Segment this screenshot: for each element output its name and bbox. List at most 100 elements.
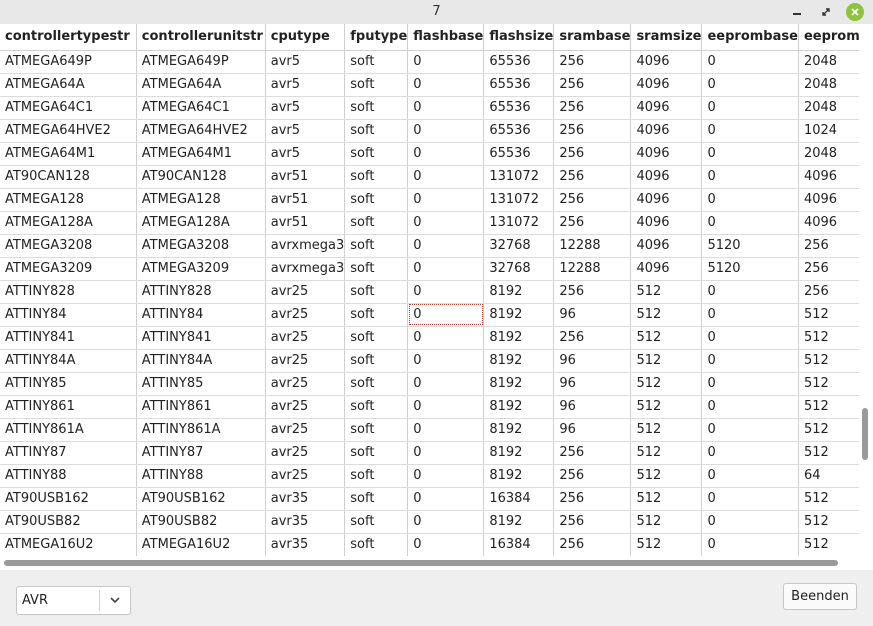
table-cell-controllertypestr[interactable]: ATTINY841 [0,326,137,350]
table-cell-controllertypestr[interactable]: ATMEGA64M1 [0,142,137,166]
table-cell-flashbase[interactable]: 0 [407,441,485,465]
table-cell-controllertypestr[interactable]: ATMEGA64C1 [0,96,137,120]
table-cell-eeprombase[interactable]: 0 [701,303,799,327]
table-cell-flashsize[interactable]: 8192 [483,510,555,534]
table-cell-fputype[interactable]: soft [344,50,409,74]
table-cell-eeprombase[interactable]: 0 [701,96,799,120]
table-cell-controllertypestr[interactable]: ATMEGA16U2 [0,533,137,557]
table-cell-eeprombase[interactable]: 0 [701,418,799,442]
table-cell-sramsize[interactable]: 512 [630,464,703,488]
table-cell-cputype[interactable]: avr25 [265,349,346,373]
table-cell-sramsize[interactable]: 512 [630,533,703,557]
table-cell-controllertypestr[interactable]: ATTINY84A [0,349,137,373]
table-row[interactable]: ATTINY87 ATTINY87 avr25 soft 0 8192 256 512 0 512 [0,441,873,465]
table-row[interactable]: ATMEGA128 ATMEGA128 avr51 soft 0 131072 256 409… [0,188,873,212]
table-cell-sramsize[interactable]: 4096 [630,188,703,212]
table-cell-flashbase[interactable]: 0 [407,510,485,534]
table-row[interactable]: ATTINY828 ATTINY828 avr25 soft 0 8192 256 512 0 2… [0,280,873,304]
column-header-eeprombase[interactable]: eeprombase [701,24,799,51]
table-cell-sramsize[interactable]: 512 [630,326,703,350]
table-cell-fputype[interactable]: soft [344,142,409,166]
table-cell-sramsize[interactable]: 4096 [630,73,703,97]
table-cell-controllerunitstr[interactable]: ATMEGA16U2 [136,533,266,557]
table-cell-srambase[interactable]: 256 [553,50,632,74]
table-cell-flashsize[interactable]: 8192 [483,349,555,373]
cpu-family-combobox[interactable]: AVR [16,586,131,615]
close-button[interactable]: Beenden [783,583,857,610]
table-cell-controllertypestr[interactable]: ATTINY84 [0,303,137,327]
table-cell-controllerunitstr[interactable]: ATMEGA64C1 [136,96,266,120]
table-cell-flashbase[interactable]: 0 [407,326,485,350]
table-cell-controllerunitstr[interactable]: ATTINY87 [136,441,266,465]
table-cell-cputype[interactable]: avr35 [265,533,346,557]
table-cell-sramsize[interactable]: 4096 [630,119,703,143]
table-cell-flashsize[interactable]: 32768 [483,234,555,258]
table-cell-flashsize[interactable]: 8192 [483,303,555,327]
table-cell-srambase[interactable]: 256 [553,96,632,120]
table-cell-cputype[interactable]: avr25 [265,326,346,350]
table-cell-flashsize[interactable]: 8192 [483,464,555,488]
table-cell-srambase[interactable]: 12288 [553,234,632,258]
table-cell-flashbase[interactable]: 0 [407,96,485,120]
table-cell-srambase[interactable]: 96 [553,349,632,373]
table-cell-controllerunitstr[interactable]: ATTINY84A [136,349,266,373]
table-row[interactable]: AT90USB82 AT90USB82 avr35 soft 0 8192 256 512 0 5… [0,510,873,534]
table-cell-controllerunitstr[interactable]: ATMEGA64HVE2 [136,119,266,143]
table-cell-cputype[interactable]: avr51 [265,188,346,212]
table-cell-eeprombase[interactable]: 0 [701,50,799,74]
table-cell-sramsize[interactable]: 4096 [630,234,703,258]
table-cell-fputype[interactable]: soft [344,326,409,350]
table-cell-cputype[interactable]: avrxmega3 [265,234,346,258]
table-cell-controllerunitstr[interactable]: ATTINY861A [136,418,266,442]
table-cell-fputype[interactable]: soft [344,441,409,465]
table-cell-sramsize[interactable]: 512 [630,349,703,373]
table-cell-controllertypestr[interactable]: ATMEGA64A [0,73,137,97]
table-cell-cputype[interactable]: avr25 [265,303,346,327]
table-cell-srambase[interactable]: 96 [553,395,632,419]
table-cell-controllerunitstr[interactable]: ATTINY841 [136,326,266,350]
table-cell-controllertypestr[interactable]: ATMEGA649P [0,50,137,74]
table-cell-eeprombase[interactable]: 0 [701,395,799,419]
table-cell-sramsize[interactable]: 4096 [630,257,703,281]
table-cell-controllertypestr[interactable]: ATTINY861 [0,395,137,419]
column-header-cputype[interactable]: cputype [265,24,346,51]
table-cell-fputype[interactable]: soft [344,487,409,511]
table-cell-flashbase[interactable]: 0 [407,395,485,419]
table-cell-flashsize[interactable]: 65536 [483,119,555,143]
table-cell-fputype[interactable]: soft [344,96,409,120]
table-cell-eeprombase[interactable]: 0 [701,464,799,488]
table-cell-eeprombase[interactable]: 0 [701,280,799,304]
table-cell-eeprombase[interactable]: 0 [701,142,799,166]
table-cell-cputype[interactable]: avrxmega3 [265,257,346,281]
table-cell-controllerunitstr[interactable]: ATTINY861 [136,395,266,419]
table-cell-cputype[interactable]: avr25 [265,372,346,396]
table-cell-sramsize[interactable]: 4096 [630,50,703,74]
table-cell-eeprombase[interactable]: 0 [701,73,799,97]
table-row[interactable]: ATTINY84A ATTINY84A avr25 soft 0 8192 96 512 0 51… [0,349,873,373]
table-cell-controllertypestr[interactable]: AT90USB82 [0,510,137,534]
table-cell-flashbase[interactable]: 0 [407,211,485,235]
table-cell-fputype[interactable]: soft [344,234,409,258]
column-header-controllerunitstr[interactable]: controllerunitstr [136,24,266,51]
table-cell-srambase[interactable]: 256 [553,280,632,304]
table-cell-flashsize[interactable]: 8192 [483,395,555,419]
table-cell-controllerunitstr[interactable]: ATMEGA649P [136,50,266,74]
table-cell-flashsize[interactable]: 8192 [483,280,555,304]
table-cell-eeprombase[interactable]: 0 [701,533,799,557]
table-cell-srambase[interactable]: 256 [553,119,632,143]
table-cell-cputype[interactable]: avr5 [265,142,346,166]
table-cell-controllerunitstr[interactable]: ATMEGA64A [136,73,266,97]
table-cell-eeprombase[interactable]: 0 [701,372,799,396]
table-cell-flashsize[interactable]: 65536 [483,50,555,74]
table-row[interactable]: ATTINY841 ATTINY841 avr25 soft 0 8192 256 512 0 5… [0,326,873,350]
table-cell-sramsize[interactable]: 4096 [630,142,703,166]
table-cell-controllertypestr[interactable]: AT90USB162 [0,487,137,511]
table-cell-flashsize[interactable]: 65536 [483,96,555,120]
table-cell-sramsize[interactable]: 512 [630,510,703,534]
table-cell-sramsize[interactable]: 512 [630,303,703,327]
table-cell-flashbase[interactable]: 0 [407,349,485,373]
table-cell-flashsize[interactable]: 8192 [483,418,555,442]
column-header-flashbase[interactable]: flashbase [407,24,485,51]
table-cell-controllerunitstr[interactable]: ATMEGA128 [136,188,266,212]
table-cell-eeprombase[interactable]: 0 [701,165,799,189]
